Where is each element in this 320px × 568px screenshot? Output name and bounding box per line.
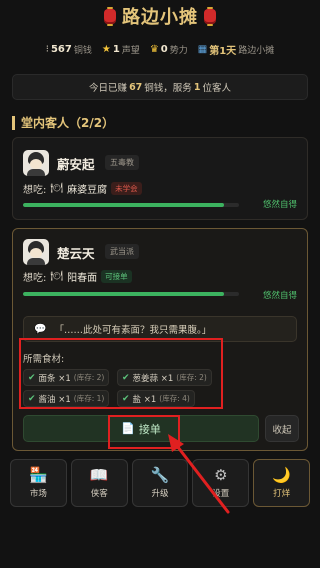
nav-market[interactable]: 🏪 市场 <box>10 459 67 507</box>
stats-bar: ⁝ 567 铜钱 ★ 1 声望 ♛ 0 势力 ▦ 第1天 路边小摊 <box>0 40 320 58</box>
ingredient-name: 面条 ×1 <box>38 373 71 384</box>
dish-name: 麻婆豆腐 <box>67 185 108 196</box>
power-label: 势力 <box>169 45 188 56</box>
check-icon: ✔ <box>122 372 130 383</box>
customer-avatar <box>23 150 49 176</box>
collapse-button[interactable]: 收起 <box>265 415 299 442</box>
wrench-icon: 🔧 <box>150 465 170 484</box>
summary-earned: 67 <box>129 81 143 93</box>
customer-order: 想吃: 🍽 阳春面 可接单 <box>23 269 132 284</box>
status-badge: 可接单 <box>101 270 132 283</box>
nav-label: 设置 <box>212 488 230 499</box>
bowl-icon: 🍽 <box>50 271 64 282</box>
moon-icon: 🌙 <box>272 465 291 484</box>
ingredient-name: 盐 ×1 <box>132 394 157 405</box>
summary-served: 1 <box>193 81 201 93</box>
coins-label: 铜钱 <box>73 45 92 56</box>
ingredient-chip: ✔ 面条 ×1 (库存: 2) <box>23 369 110 386</box>
ingredient-stock: (库存: 1) <box>73 394 105 403</box>
trophy-icon: ♛ <box>149 43 159 55</box>
summary-suffix: 位客人 <box>202 83 231 94</box>
check-icon: ✔ <box>122 393 130 404</box>
patience-bar <box>23 203 239 207</box>
customer-name: 蔚安起 <box>57 157 95 172</box>
section-header: 堂内客人（2/2） <box>12 114 114 131</box>
nav-label: 市场 <box>29 488 47 499</box>
section-title: 堂内客人（2/2） <box>21 116 115 130</box>
nav-label: 侠客 <box>90 488 108 499</box>
summary-prefix: 今日已赚 <box>89 83 128 94</box>
status-badge: 未学会 <box>111 182 142 195</box>
customer-order: 想吃: 🍽 麻婆豆腐 未学会 <box>23 181 142 196</box>
lantern-icon <box>204 6 216 26</box>
dish-name: 阳春面 <box>67 273 98 284</box>
ingredient-name: 酱油 ×1 <box>38 394 71 405</box>
customer-name: 楚云天 <box>57 246 95 261</box>
ingredient-stock: (库存: 2) <box>176 373 207 382</box>
ingredient-name: 葱姜蒜 ×1 <box>132 373 174 384</box>
nav-close-shop[interactable]: 🌙 打烊 <box>253 459 310 507</box>
book-icon: 📖 <box>89 465 109 484</box>
power-stat: ♛ 0 势力 <box>150 43 188 56</box>
ingredient-chip: ✔ 酱油 ×1 (库存: 1) <box>23 390 110 407</box>
day-stat: ▦ 第1天 路边小摊 <box>198 42 274 57</box>
want-label: 想吃: <box>23 273 47 284</box>
patience-fill <box>23 203 224 207</box>
want-label: 想吃: <box>23 185 47 196</box>
patience-fill <box>23 292 224 296</box>
customer-card[interactable]: 蔚安起 五毒教 想吃: 🍽 麻婆豆腐 未学会 悠然自得 <box>12 137 308 220</box>
calendar-icon: ▦ <box>197 43 208 55</box>
nav-heroes[interactable]: 📖 侠客 <box>70 459 128 507</box>
speech-bubble-icon: 💬 <box>34 323 47 335</box>
ingredient-chip: ✔ 盐 ×1 (库存: 4) <box>117 390 195 407</box>
coin-icon: ⁝ <box>45 43 49 55</box>
check-icon: ✔ <box>28 393 36 404</box>
ingredients-title: 所需食材: <box>23 354 65 365</box>
app-header: 路边小摊 <box>0 0 320 32</box>
ingredient-chip: ✔ 葱姜蒜 ×1 (库存: 2) <box>117 369 212 386</box>
quote-text: 「……此处可有素面？我只需果腹。」 <box>54 325 212 336</box>
customer-sect-tag: 武当派 <box>105 244 139 259</box>
ingredient-stock: (库存: 4) <box>159 394 190 403</box>
page-title: 路边小摊 <box>122 7 198 28</box>
star-icon: ★ <box>101 43 111 55</box>
bottom-nav: 🏪 市场 📖 侠客 🔧 升级 ⚙ 设置 🌙 打烊 <box>10 459 310 507</box>
day-value: 第1天 <box>209 45 237 57</box>
coins-value: 567 <box>50 43 72 55</box>
ingredient-stock: (库存: 2) <box>73 373 105 382</box>
daily-summary: 今日已赚 67 铜钱，服务 1 位客人 <box>12 74 308 100</box>
mood-label: 悠然自得 <box>263 291 298 301</box>
check-icon: ✔ <box>28 372 36 383</box>
lantern-icon <box>104 6 116 26</box>
nav-label: 打烊 <box>273 488 291 499</box>
summary-mid: 铜钱，服务 <box>144 83 192 94</box>
mood-label: 悠然自得 <box>263 200 298 210</box>
reputation-label: 声望 <box>121 45 140 56</box>
reputation-stat: ★ 1 声望 <box>102 43 140 56</box>
power-value: 0 <box>160 43 168 55</box>
coins-stat: ⁝ 567 铜钱 <box>46 43 92 56</box>
nav-upgrade[interactable]: 🔧 升级 <box>131 459 189 507</box>
accept-button-highlight <box>108 415 180 449</box>
nav-settings[interactable]: ⚙ 设置 <box>192 459 250 507</box>
customer-sect-tag: 五毒教 <box>105 155 139 170</box>
gear-icon: ⚙ <box>214 465 228 484</box>
nav-label: 升级 <box>151 488 169 499</box>
customer-avatar <box>23 239 49 265</box>
bowl-icon: 🍽 <box>50 183 64 194</box>
section-accent-bar <box>12 115 15 130</box>
patience-bar <box>23 292 239 296</box>
day-label: 路边小摊 <box>238 45 275 56</box>
reputation-value: 1 <box>112 43 120 55</box>
shop-icon: 🏪 <box>29 465 48 484</box>
